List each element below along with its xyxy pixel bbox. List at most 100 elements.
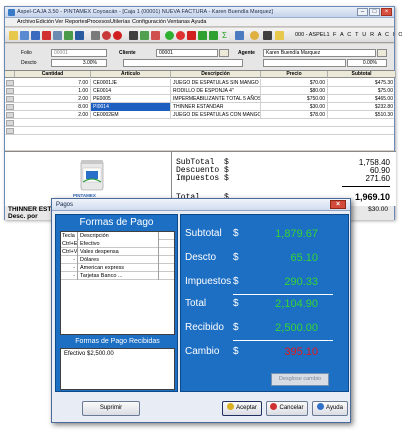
cliente-field[interactable]: 00001 [156, 49, 218, 57]
menu-utilerias[interactable]: Utilerías [110, 19, 130, 25]
dialog-close-button[interactable]: × [330, 200, 346, 209]
exit-icon[interactable] [263, 31, 272, 40]
list-item[interactable]: Ctrl+V Vales despensa [61, 248, 174, 256]
table-row-empty[interactable] [5, 127, 394, 135]
pagos-dialog: Pagos × Formas de Pago Tecla Descripción… [51, 198, 351, 423]
copy-icon[interactable] [64, 31, 73, 40]
tecla-cell: - [61, 264, 78, 272]
stop-icon[interactable] [113, 31, 122, 40]
list-item[interactable]: - American express [61, 264, 174, 272]
row-selector[interactable] [6, 88, 14, 94]
subtotal-label: Subtotal [185, 228, 222, 239]
menu-procesos[interactable]: Procesos [87, 19, 110, 25]
close-button[interactable]: × [381, 8, 392, 16]
ayuda-label: Ayuda [326, 405, 343, 411]
agente-search-icon[interactable] [377, 49, 387, 57]
help-icon[interactable] [275, 31, 284, 40]
desglose-cambio-button[interactable]: Desglose cambio [271, 373, 329, 386]
moneda-field[interactable] [123, 59, 243, 67]
cliente-search-icon[interactable] [219, 49, 229, 57]
cell-subtotal: $75.00 [328, 87, 396, 95]
minus-icon[interactable] [187, 31, 196, 40]
folio-field[interactable]: 00001 [51, 49, 107, 57]
document-header-form: Folio 00001 Cliente 00001 Agente Karen B… [5, 44, 394, 70]
condicion-field[interactable] [263, 59, 346, 67]
add-icon[interactable] [165, 31, 174, 40]
arrow-left-icon[interactable] [198, 31, 207, 40]
menu-archivo[interactable]: Archivo [17, 19, 35, 25]
row-selector[interactable] [6, 96, 14, 102]
status-discount: Desc. por [8, 213, 38, 220]
menu-edicion[interactable]: Edición [36, 19, 54, 25]
menu-ver[interactable]: Ver [55, 19, 63, 25]
save-icon[interactable] [20, 31, 29, 40]
table-row-empty[interactable] [5, 119, 394, 127]
suprimir-button[interactable]: Suprimir [82, 401, 140, 416]
col-descripcion[interactable]: Descripción [171, 71, 261, 78]
formas-pago-table: Tecla Descripción Ctrl+E Efectivo Ctrl+V… [60, 231, 175, 335]
record-icon[interactable] [102, 31, 111, 40]
row-selector[interactable] [6, 120, 14, 126]
row-selector[interactable] [6, 80, 14, 86]
print-icon[interactable] [53, 31, 62, 40]
window-title: Aspel-CAJA 3.50 - PINTAMEX Coyoacán - [C… [17, 9, 273, 15]
toolbar: Σ 000 - ASPEL1 F A C T U R A C I O N [5, 28, 402, 43]
cell-precio: $750.00 [261, 95, 328, 103]
list-item[interactable]: Ctrl+E Efectivo [61, 240, 174, 248]
ayuda-button[interactable]: Ayuda [312, 401, 348, 416]
col-subtotal[interactable]: Subtotal [328, 71, 396, 78]
sum-icon[interactable]: Σ [220, 31, 229, 40]
recibida-entry[interactable]: Efectivo $2,500.00 [64, 351, 114, 357]
cancelar-button[interactable]: Cancelar [266, 401, 308, 416]
user-icon[interactable] [250, 31, 259, 40]
document-icon[interactable] [75, 31, 84, 40]
barcode-icon[interactable] [129, 31, 138, 40]
table-row[interactable]: 1.00 CE0014 RODILLO DE ESPONJA 4" $80.00… [5, 87, 396, 95]
row-selector[interactable] [6, 104, 14, 110]
currency-symbol: $ [233, 252, 239, 263]
edit-icon[interactable] [31, 31, 40, 40]
cell-subtotal: $232.80 [328, 103, 396, 111]
cancel-icon[interactable] [151, 31, 160, 40]
cell-subtotal: $465.00 [328, 95, 396, 103]
delete-icon[interactable] [42, 31, 51, 40]
col-descripcion: Descripción [79, 232, 159, 240]
impuestos-label: Impuestos [176, 174, 220, 183]
table-row[interactable]: 2.00 PE0005 IMPERMEABILIZANTE TOTAL 5 AÑ… [5, 95, 396, 103]
menu-ayuda[interactable]: Ayuda [191, 19, 207, 25]
col-precio[interactable]: Precio [261, 71, 328, 78]
grid-icon[interactable] [235, 31, 244, 40]
cell-precio: $30.00 [261, 103, 328, 111]
impuesto-field[interactable]: 0.00% [347, 59, 387, 67]
table-row[interactable]: 2.00 CE0002EM JUEGO DE ESPATULAS CON MAN… [5, 111, 396, 119]
cambio-label: Cambio [185, 346, 220, 357]
row-selector[interactable] [6, 128, 14, 134]
descuento-field[interactable]: 3.00% [51, 59, 107, 67]
maximize-button[interactable]: □ [369, 8, 380, 16]
remove-icon[interactable] [176, 31, 185, 40]
menu-configuracion[interactable]: Configuración [132, 19, 166, 25]
cell-articulo-selected[interactable]: PI0014 [91, 103, 171, 111]
aceptar-button[interactable]: Aceptar [222, 401, 262, 416]
col-cantidad[interactable]: Cantidad [15, 71, 91, 78]
menu-ventanas[interactable]: Ventanas [167, 19, 190, 25]
recibidas-list[interactable]: Efectivo $2,500.00 [60, 348, 175, 390]
tecla-cell: - [61, 256, 78, 264]
cell-articulo: PE0005 [91, 95, 171, 103]
dialog-title-bar: Pagos × [52, 199, 350, 211]
menu-reportes[interactable]: Reportes [65, 19, 87, 25]
col-articulo[interactable]: Artículo [91, 71, 171, 78]
minimize-button[interactable]: – [357, 8, 368, 16]
list-item[interactable]: - Dólares [61, 256, 174, 264]
new-icon[interactable] [9, 31, 18, 40]
calculator-icon[interactable] [91, 31, 100, 40]
table-row[interactable]: 7.00 CE0001JE JUEGO DE ESPATULAS SIN MAN… [5, 79, 396, 87]
money-icon[interactable] [140, 31, 149, 40]
cliente-label: Cliente [119, 50, 136, 56]
arrow-right-icon[interactable] [209, 31, 218, 40]
table-row[interactable]: 8.00 PI0014 THINNER ESTANDAR $30.00 $232… [5, 103, 396, 111]
currency-symbol: $ [233, 346, 239, 357]
list-item[interactable]: - Tarjetas Banco ... [61, 272, 174, 280]
agente-field[interactable]: Karen Buendía Marquez [263, 49, 376, 57]
row-selector[interactable] [6, 112, 14, 118]
